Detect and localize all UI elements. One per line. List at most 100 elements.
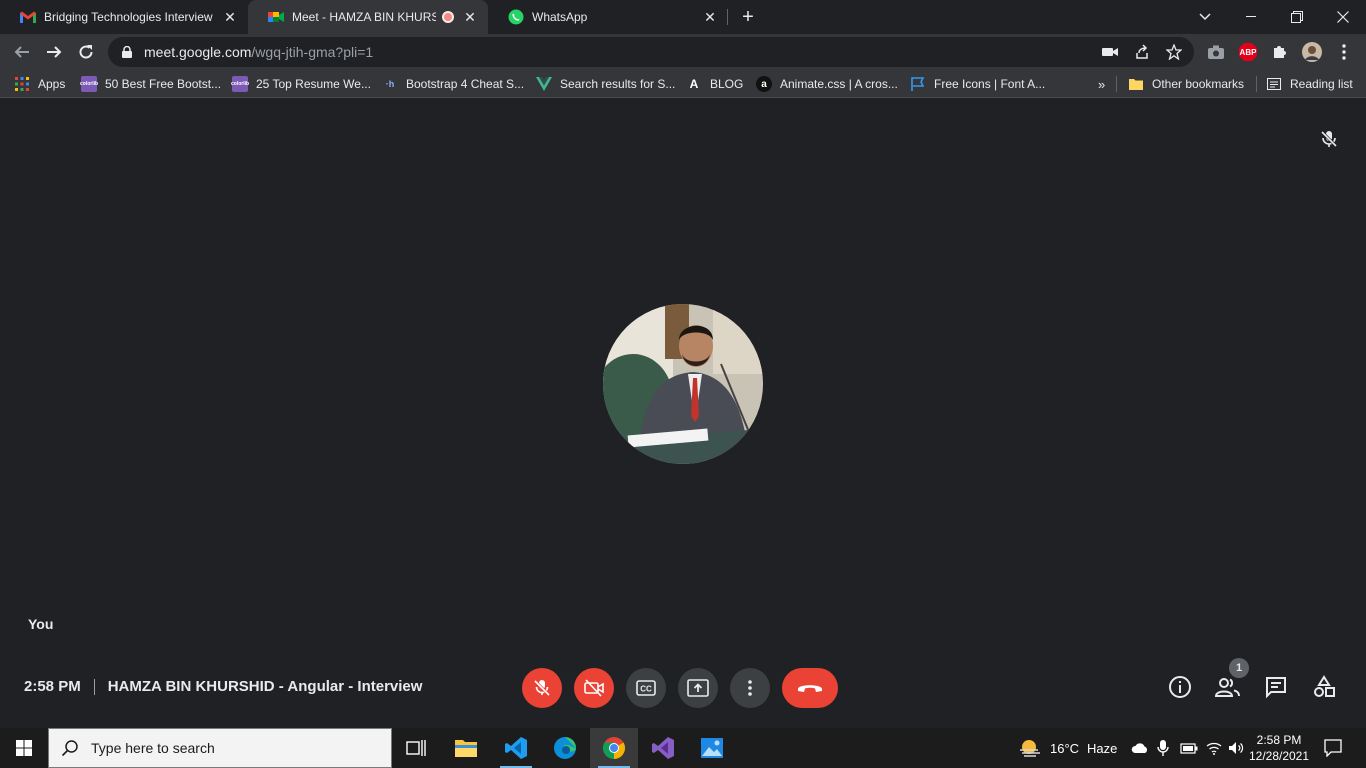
- meet-stage: You 2:58 PM HAMZA BIN KHURSHID - Angular…: [0, 98, 1366, 728]
- new-tab-button[interactable]: +: [736, 5, 760, 29]
- bookmark-label: Other bookmarks: [1152, 77, 1245, 91]
- self-name-label: You: [28, 616, 54, 632]
- battery-tray[interactable]: [1180, 728, 1198, 768]
- bookmark-item[interactable]: colorlib 25 Top Resume We...: [231, 75, 371, 93]
- reload-button[interactable]: [72, 38, 100, 66]
- adblock-plus-icon[interactable]: ABP: [1238, 42, 1258, 62]
- vscode-app[interactable]: [492, 728, 540, 768]
- edge-app[interactable]: [541, 728, 589, 768]
- url-path: /wgq-jtih-gma?pli=1: [251, 44, 374, 60]
- bookmark-label: Bootstrap 4 Cheat S...: [406, 77, 525, 91]
- task-view-button[interactable]: [392, 728, 440, 768]
- url-domain: meet.google.com: [144, 44, 252, 60]
- profile-avatar[interactable]: [1302, 42, 1322, 62]
- notifications-button[interactable]: [1324, 728, 1342, 768]
- close-icon[interactable]: ✕: [222, 9, 238, 25]
- bookmark-label: Animate.css | A cros...: [780, 77, 898, 91]
- bookmark-item[interactable]: A BLOG: [686, 75, 744, 93]
- forward-button[interactable]: [40, 38, 68, 66]
- more-bookmarks-button[interactable]: »: [1098, 75, 1105, 93]
- closed-captions-icon: CC: [636, 680, 656, 696]
- arrow-right-icon: [47, 46, 62, 58]
- meeting-details-button[interactable]: [1167, 674, 1193, 700]
- bookmark-apps[interactable]: Apps: [14, 75, 65, 93]
- notification-icon: [1324, 739, 1342, 757]
- camera-extension-icon[interactable]: [1206, 42, 1226, 62]
- colorlib-icon: colorlib: [80, 76, 98, 92]
- weather-desc: Haze: [1087, 740, 1118, 756]
- tab-gmail[interactable]: Bridging Technologies Interview ✕: [0, 0, 248, 34]
- close-window-button[interactable]: [1320, 0, 1366, 34]
- volume-tray[interactable]: [1228, 728, 1244, 768]
- tab-title: WhatsApp: [532, 10, 588, 24]
- more-options-button[interactable]: [730, 668, 770, 708]
- captions-button[interactable]: CC: [626, 668, 666, 708]
- kebab-menu-icon: [1342, 44, 1346, 60]
- photos-app[interactable]: [688, 728, 736, 768]
- start-button[interactable]: [0, 728, 48, 768]
- svg-text:CC: CC: [640, 685, 652, 694]
- cloud-icon: [1131, 743, 1147, 753]
- camera-toggle-button[interactable]: [574, 668, 614, 708]
- share-icon[interactable]: [1134, 44, 1150, 60]
- address-bar[interactable]: meet.google.com/wgq-jtih-gma?pli=1: [108, 37, 1194, 67]
- camera-in-use-icon[interactable]: [1102, 44, 1118, 60]
- microphone-tray[interactable]: [1157, 728, 1169, 768]
- tab-whatsapp[interactable]: WhatsApp ✕: [488, 0, 728, 34]
- wifi-icon: [1206, 742, 1222, 755]
- flag-icon: [910, 76, 926, 92]
- weather-widget[interactable]: 16°C Haze: [1018, 728, 1117, 768]
- extensions-puzzle-icon[interactable]: [1270, 42, 1290, 62]
- vscode-icon: [505, 737, 527, 759]
- bookmark-item[interactable]: Free Icons | Font A...: [910, 75, 1045, 93]
- taskbar-clock[interactable]: 2:58 PM 12/28/2021: [1244, 732, 1314, 764]
- vue-icon: [536, 76, 552, 92]
- bookmark-item[interactable]: ·h Bootstrap 4 Cheat S...: [382, 75, 524, 93]
- meet-control-bar: 2:58 PM HAMZA BIN KHURSHID - Angular - I…: [0, 658, 1366, 718]
- info-icon: [1169, 676, 1191, 698]
- activities-button[interactable]: [1311, 674, 1337, 700]
- divider: [93, 678, 95, 695]
- close-icon[interactable]: ✕: [462, 9, 478, 25]
- recording-indicator-icon: [442, 11, 454, 23]
- participants-count-badge: 1: [1229, 658, 1249, 678]
- mic-muted-indicator-icon: [1318, 128, 1340, 150]
- leave-call-button[interactable]: [782, 668, 838, 708]
- bookmarks-bar: Apps colorlib 50 Best Free Bootst... col…: [0, 70, 1366, 98]
- bookmark-item[interactable]: colorlib 50 Best Free Bootst...: [80, 75, 222, 93]
- wifi-tray[interactable]: [1206, 728, 1222, 768]
- meet-icon: [268, 9, 284, 25]
- restore-button[interactable]: [1274, 0, 1320, 34]
- chat-button[interactable]: [1263, 674, 1289, 700]
- browser-menu-button[interactable]: [1334, 42, 1354, 62]
- bookmark-star-icon[interactable]: [1166, 44, 1182, 60]
- taskbar-search-box[interactable]: Type here to search: [48, 728, 392, 768]
- bookmark-item[interactable]: a Animate.css | A cros...: [756, 75, 898, 93]
- tab-meet[interactable]: Meet - HAMZA BIN KHURSHID ✕: [248, 0, 488, 34]
- close-icon[interactable]: ✕: [702, 9, 718, 25]
- bookmark-label: Apps: [38, 77, 66, 91]
- visual-studio-app[interactable]: [639, 728, 687, 768]
- chrome-app[interactable]: [590, 728, 638, 768]
- bookmark-divider: [1256, 76, 1257, 92]
- minimize-button[interactable]: [1228, 0, 1274, 34]
- tab-search-button[interactable]: [1182, 0, 1228, 34]
- file-explorer-app[interactable]: [442, 728, 490, 768]
- back-button[interactable]: [8, 38, 36, 66]
- mic-toggle-button[interactable]: [522, 668, 562, 708]
- bookmark-label: 50 Best Free Bootst...: [105, 77, 222, 91]
- bookmark-divider: [1116, 76, 1117, 92]
- arrow-left-icon: [14, 46, 29, 58]
- onedrive-tray[interactable]: [1131, 728, 1149, 768]
- meeting-time: 2:58 PM: [24, 678, 81, 695]
- bookmark-label: 25 Top Resume We...: [256, 77, 371, 91]
- search-icon: [61, 740, 78, 757]
- reading-list-button[interactable]: Reading list: [1266, 75, 1353, 93]
- windows-logo-icon: [16, 740, 32, 756]
- bookmark-item[interactable]: Search results for S...: [536, 75, 675, 93]
- browser-toolbar: meet.google.com/wgq-jtih-gma?pli=1 ABP: [0, 34, 1366, 70]
- whatsapp-icon: [508, 9, 524, 25]
- other-bookmarks-folder[interactable]: Other bookmarks: [1128, 75, 1244, 93]
- present-screen-button[interactable]: [678, 668, 718, 708]
- kebab-menu-icon: [748, 680, 752, 696]
